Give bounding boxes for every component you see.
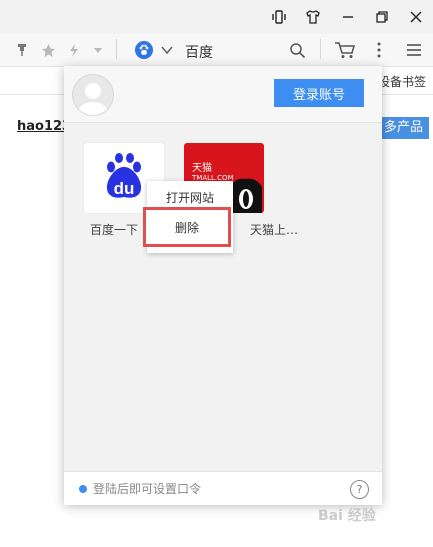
pin-icon[interactable] [14, 42, 30, 58]
tile-context-menu: 打开网站 删除 [143, 181, 233, 253]
status-dot-icon [79, 485, 87, 493]
search-input[interactable]: 百度 [185, 42, 213, 62]
more-vertical-icon[interactable] [372, 41, 386, 59]
engine-chevron-down-icon[interactable] [161, 44, 173, 58]
shirt-skin-icon[interactable] [302, 6, 324, 28]
vibrate-icon[interactable] [268, 6, 290, 28]
hao123-link[interactable]: hao123 [17, 119, 71, 134]
context-menu-delete[interactable]: 删除 [146, 219, 228, 236]
toolbar-divider [116, 39, 117, 59]
lightning-icon[interactable] [66, 42, 82, 58]
mobile-bookmarks-link[interactable]: 设备书签 [378, 73, 426, 90]
minimize-icon[interactable] [337, 6, 359, 28]
tmall-logo-text: 天猫 [192, 163, 212, 174]
hamburger-menu-icon[interactable] [405, 41, 423, 59]
panel-footer: 登陆后即可设置口令 ? [64, 471, 382, 505]
login-button[interactable]: 登录账号 [274, 79, 364, 107]
more-products-button[interactable]: 多产品 [378, 117, 430, 139]
baidu-jingyan-watermark: Bai 经验 [318, 508, 376, 524]
chevron-down-icon[interactable] [90, 42, 106, 58]
panel-header: 登录账号 [64, 66, 382, 123]
quick-access-panel: 登录账号 du 百度一下 天猫 TMALL.COM 天猫上… 打开网站 删除 登… [64, 66, 382, 505]
star-icon[interactable] [40, 42, 56, 58]
footer-hint-text[interactable]: 登陆后即可设置口令 [93, 480, 201, 497]
restore-icon[interactable] [371, 6, 393, 28]
context-menu-open-site[interactable]: 打开网站 [147, 187, 233, 209]
tile-label-baidu: 百度一下 [90, 223, 139, 237]
context-menu-delete-highlight[interactable]: 删除 [143, 207, 231, 247]
cart-icon[interactable] [334, 41, 356, 59]
search-icon[interactable] [288, 41, 306, 59]
svg-text:du: du [114, 179, 135, 198]
tile-label-tmall: 天猫上… [250, 223, 299, 237]
baidu-paw-icon[interactable] [135, 41, 153, 59]
search-engine-box[interactable]: 百度 [133, 37, 313, 63]
title-bar [0, 0, 433, 34]
toolbar-divider [320, 39, 321, 59]
help-icon[interactable]: ? [350, 480, 369, 499]
avatar[interactable] [72, 74, 114, 116]
close-icon[interactable] [405, 6, 427, 28]
